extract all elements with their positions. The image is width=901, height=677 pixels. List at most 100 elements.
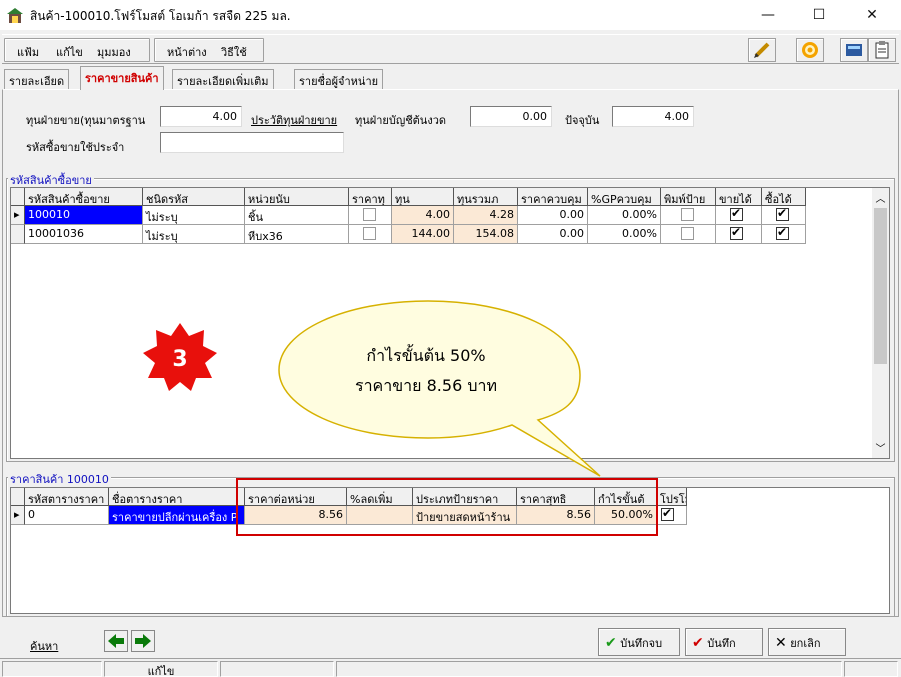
checkbox[interactable]: [681, 208, 694, 221]
save-label: บันทึก: [707, 637, 736, 650]
minimize-button[interactable]: —: [745, 0, 791, 30]
default-code-field[interactable]: [160, 132, 344, 153]
col-header-unit[interactable]: หน่วยนับ: [245, 188, 349, 206]
checkbox[interactable]: [730, 225, 743, 240]
menu-help[interactable]: วิธีใช้: [221, 43, 247, 61]
step-badge: 3: [143, 323, 217, 391]
cell-gp-control[interactable]: 0.00%: [588, 225, 661, 244]
col-header-control-price[interactable]: ราคาควบคุม: [518, 188, 588, 206]
cell-control-price[interactable]: 0.00: [518, 225, 588, 244]
checkbox[interactable]: [776, 206, 789, 221]
cell-barcode[interactable]: 10001036: [25, 225, 143, 244]
col-header-code-type[interactable]: ชนิดรหัส: [143, 188, 245, 206]
menu-view[interactable]: มุมมอง: [97, 43, 131, 61]
cancel-button[interactable]: ✕ ยกเลิก: [768, 628, 846, 656]
col-header-barcode[interactable]: รหัสสินค้าซื้อขาย: [25, 188, 143, 206]
edit-tool-button[interactable]: [748, 38, 776, 62]
cell-promo[interactable]: [657, 506, 687, 525]
col-header-buyable[interactable]: ซื้อได้: [762, 188, 806, 206]
prev-button[interactable]: [104, 630, 128, 652]
checkbox[interactable]: [363, 227, 376, 240]
cell-gp-control[interactable]: 0.00%: [588, 206, 661, 225]
menu-group-main: แฟ้ม แก้ไข มุมมอง: [4, 38, 150, 62]
save-close-button[interactable]: ✔ บันทึกจบ: [598, 628, 680, 656]
cell-sellable[interactable]: [716, 225, 762, 244]
checkbox[interactable]: [681, 227, 694, 240]
cost-history-link[interactable]: ประวัติทุนฝ่ายขาย: [251, 111, 337, 129]
cell-sellable[interactable]: [716, 206, 762, 225]
status-cell-3: [220, 661, 334, 677]
scroll-up-icon[interactable]: ︿: [872, 190, 889, 205]
cell-cost[interactable]: 4.00: [392, 206, 454, 225]
standard-cost-label: ทุนฝ่ายขาย(ทุนมาตรฐาน: [26, 114, 146, 127]
col-header-cost[interactable]: ทุน: [392, 188, 454, 206]
bubble-line-sale-price: ราคาขาย 8.56 บาท: [354, 376, 498, 395]
cell-barcode[interactable]: 100010: [25, 206, 143, 225]
row-indicator-icon: ▸: [11, 506, 25, 525]
checkbox[interactable]: [776, 225, 789, 240]
close-button[interactable]: ✕: [849, 0, 895, 30]
menu-window[interactable]: หน้าต่าง: [167, 43, 207, 61]
scroll-down-icon[interactable]: ﹀: [872, 440, 889, 455]
initial-cost-label: ทุนฝ่ายบัญชีต้นงวด: [355, 114, 447, 127]
next-button[interactable]: [131, 630, 155, 652]
col-header-print-label[interactable]: พิมพ์ป้าย: [661, 188, 716, 206]
status-cell-4: [336, 661, 842, 677]
x-icon: ✕: [775, 635, 787, 651]
cell-price-table-code[interactable]: 0: [25, 506, 109, 525]
save-button[interactable]: ✔ บันทึก: [685, 628, 763, 656]
col-header-cost-vat[interactable]: ทุนรวมภ: [454, 188, 518, 206]
cell-cost-vat[interactable]: 4.28: [454, 206, 518, 225]
tab-sale-price[interactable]: ราคาขายสินค้า: [80, 66, 164, 90]
standard-cost-field[interactable]: 4.00: [160, 106, 242, 127]
current-cost-field[interactable]: 4.00: [612, 106, 694, 127]
cell-code-type[interactable]: ไม่ระบุ: [143, 225, 245, 244]
cell-cost-price-check[interactable]: [349, 225, 392, 244]
col-header-cost-price[interactable]: ราคาทุ: [349, 188, 392, 206]
calculator-tool-button[interactable]: [840, 38, 868, 62]
search-link[interactable]: ค้นหา: [30, 637, 58, 655]
pencil-icon: [754, 42, 770, 58]
checkbox[interactable]: [363, 208, 376, 221]
checkbox[interactable]: [730, 206, 743, 221]
col-header-sellable[interactable]: ขายได้: [716, 188, 762, 206]
tab-details[interactable]: รายละเอียด: [4, 69, 70, 89]
default-code-label: รหัสซื้อขายใช้ประจำ: [26, 141, 125, 154]
tab-more-details[interactable]: รายละเอียดเพิ่มเติม: [172, 69, 274, 89]
tab-suppliers[interactable]: รายชื่อผู้จำหน่าย: [294, 69, 384, 89]
target-tool-button[interactable]: [796, 38, 824, 62]
cell-price-table-name[interactable]: ราคาขายปลีกผ่านเครื่อง P: [109, 506, 245, 525]
check-icon: ✔: [605, 635, 617, 651]
col-header-promo[interactable]: โปรโม: [657, 488, 687, 506]
barcode-grid-scrollbar[interactable]: ︿ ﹀: [872, 188, 889, 458]
col-header-gp-control[interactable]: %GPควบคุม: [588, 188, 661, 206]
cell-cost[interactable]: 144.00: [392, 225, 454, 244]
cell-print-label[interactable]: [661, 225, 716, 244]
maximize-button[interactable]: ☐: [796, 0, 842, 30]
initial-cost-field[interactable]: 0.00: [470, 106, 552, 127]
cell-code-type[interactable]: ไม่ระบุ: [143, 206, 245, 225]
checkbox[interactable]: [661, 506, 674, 521]
menu-edit[interactable]: แก้ไข: [56, 43, 83, 61]
cell-unit[interactable]: ชิ้น: [245, 206, 349, 225]
menu-group-window: หน้าต่าง วิธีใช้: [154, 38, 264, 62]
cell-unit[interactable]: หีบx36: [245, 225, 349, 244]
cell-buyable[interactable]: [762, 225, 806, 244]
calculator-icon: [846, 44, 862, 56]
clipboard-tool-button[interactable]: [868, 38, 896, 62]
cell-print-label[interactable]: [661, 206, 716, 225]
cell-control-price[interactable]: 0.00: [518, 206, 588, 225]
cell-cost-vat[interactable]: 154.08: [454, 225, 518, 244]
cell-cost-price-check[interactable]: [349, 206, 392, 225]
arrow-right-icon: [135, 634, 151, 648]
col-header-price-table-name[interactable]: ชื่อตารางราคา: [109, 488, 245, 506]
window-title: สินค้า-100010.โฟร์โมสต์ โอเมก้า รสจืด 22…: [30, 9, 291, 23]
col-header-price-table-code[interactable]: รหัสตารางราคา: [25, 488, 109, 506]
scroll-thumb[interactable]: [874, 208, 887, 364]
store-app-icon: [7, 8, 23, 23]
row-indicator-icon: ▸: [11, 206, 25, 225]
target-icon: [802, 42, 818, 58]
save-close-label: บันทึกจบ: [620, 637, 663, 650]
cell-buyable[interactable]: [762, 206, 806, 225]
menu-file[interactable]: แฟ้ม: [17, 43, 39, 61]
